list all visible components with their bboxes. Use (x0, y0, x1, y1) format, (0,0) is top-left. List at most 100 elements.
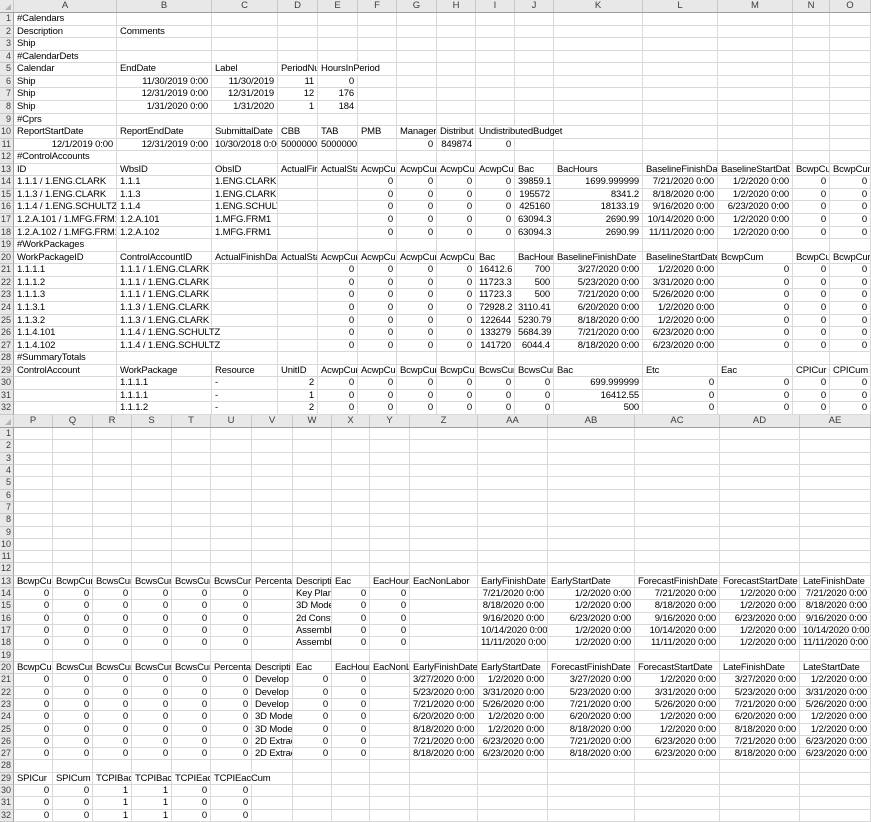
cell-S14[interactable]: 0 (132, 588, 172, 600)
cell-O16[interactable]: 0 (830, 201, 871, 214)
cell-Y16[interactable]: 0 (370, 613, 410, 625)
cell-K5[interactable] (554, 63, 643, 76)
cell-K23[interactable]: 7/21/2020 0:00 (554, 289, 643, 302)
cell-B17[interactable]: 1.2.A.101 (117, 214, 212, 227)
cell-W2[interactable] (293, 440, 332, 452)
cell-Y19[interactable] (370, 650, 410, 662)
cell-P6[interactable] (14, 490, 53, 502)
cell-A27[interactable]: 1.1.4.102 (14, 340, 117, 353)
column-header-Q[interactable]: Q (53, 415, 93, 427)
cell-F18[interactable]: 0 (358, 227, 397, 240)
cell-D23[interactable] (278, 289, 318, 302)
cell-K26[interactable]: 7/21/2020 0:00 (554, 327, 643, 340)
cell-X1[interactable] (332, 428, 370, 440)
cell-M25[interactable]: 0 (718, 315, 793, 328)
cell-AE24[interactable]: 1/2/2020 0:00 (800, 711, 871, 723)
cell-Y17[interactable]: 0 (370, 625, 410, 637)
cell-Q4[interactable] (53, 465, 93, 477)
cell-Z12[interactable] (410, 563, 478, 575)
cell-A3[interactable]: Ship (14, 38, 117, 51)
bottom-row-header-2[interactable]: 2 (0, 440, 14, 452)
top-row-header-10[interactable]: 10 (0, 126, 14, 139)
cell-W7[interactable] (293, 502, 332, 514)
cell-V12[interactable] (252, 563, 293, 575)
cell-L27[interactable]: 6/23/2020 0:00 (643, 340, 718, 353)
cell-E25[interactable]: 0 (318, 315, 358, 328)
cell-E3[interactable] (318, 38, 358, 51)
cell-I9[interactable] (476, 114, 515, 127)
cell-C19[interactable] (212, 239, 278, 252)
cell-Z22[interactable]: 5/23/2020 0:00 (410, 687, 478, 699)
cell-Y5[interactable] (370, 477, 410, 489)
cell-AE1[interactable] (800, 428, 871, 440)
cell-AC25[interactable]: 1/2/2020 0:00 (635, 724, 720, 736)
cell-L4[interactable] (643, 51, 718, 64)
cell-I14[interactable]: 0 (476, 176, 515, 189)
cell-E10[interactable]: TAB (318, 126, 358, 139)
column-header-S[interactable]: S (132, 415, 172, 427)
cell-R11[interactable] (93, 551, 132, 563)
cell-X16[interactable]: 0 (332, 613, 370, 625)
cell-AC5[interactable] (635, 477, 720, 489)
cell-K2[interactable] (554, 26, 643, 39)
cell-Y32[interactable] (370, 810, 410, 822)
cell-Q11[interactable] (53, 551, 93, 563)
cell-J25[interactable]: 5230.79 (515, 315, 554, 328)
cell-Z20[interactable]: EarlyFinishDate (410, 662, 478, 674)
cell-P32[interactable]: 0 (14, 810, 53, 822)
cell-U18[interactable]: 0 (211, 637, 252, 649)
cell-W29[interactable] (293, 773, 332, 785)
top-row-header-22[interactable]: 22 (0, 277, 14, 290)
cell-V32[interactable] (252, 810, 293, 822)
cell-V13[interactable]: Percenta (252, 576, 293, 588)
cell-AB32[interactable] (548, 810, 635, 822)
column-header-F[interactable]: F (358, 0, 397, 12)
cell-E9[interactable] (318, 114, 358, 127)
cell-AE10[interactable] (800, 539, 871, 551)
cell-X23[interactable]: 0 (332, 699, 370, 711)
cell-C26[interactable] (212, 327, 278, 340)
cell-AC1[interactable] (635, 428, 720, 440)
cell-W25[interactable]: 0 (293, 724, 332, 736)
cell-S6[interactable] (132, 490, 172, 502)
cell-G25[interactable]: 0 (397, 315, 437, 328)
cell-H16[interactable]: 0 (437, 201, 476, 214)
cell-Y10[interactable] (370, 539, 410, 551)
cell-N26[interactable]: 0 (793, 327, 830, 340)
cell-R28[interactable] (93, 760, 132, 772)
cell-P23[interactable]: 0 (14, 699, 53, 711)
top-row-header-15[interactable]: 15 (0, 189, 14, 202)
cell-S1[interactable] (132, 428, 172, 440)
cell-Y15[interactable]: 0 (370, 600, 410, 612)
cell-U3[interactable] (211, 453, 252, 465)
cell-F28[interactable] (358, 352, 397, 365)
cell-AC13[interactable]: ForecastFinishDate (635, 576, 720, 588)
cell-H8[interactable] (437, 101, 476, 114)
cell-K31[interactable]: 16412.55 (554, 390, 643, 403)
top-row-header-4[interactable]: 4 (0, 51, 14, 64)
top-row-header-2[interactable]: 2 (0, 26, 14, 39)
cell-C16[interactable]: 1.ENG.SCHULTZ (212, 201, 278, 214)
cell-R14[interactable]: 0 (93, 588, 132, 600)
column-header-Z[interactable]: Z (410, 415, 478, 427)
cell-D9[interactable] (278, 114, 318, 127)
cell-N20[interactable]: BcwpCum (793, 252, 830, 265)
cell-AE9[interactable] (800, 527, 871, 539)
cell-L5[interactable] (643, 63, 718, 76)
cell-D13[interactable]: ActualFir (278, 164, 318, 177)
cell-Z1[interactable] (410, 428, 478, 440)
cell-AD7[interactable] (720, 502, 800, 514)
cell-G26[interactable]: 0 (397, 327, 437, 340)
cell-B6[interactable]: 11/30/2019 0:00 (117, 76, 212, 89)
cell-B25[interactable]: 1.1.3 / 1.ENG.CLARK (117, 315, 212, 328)
cell-Q16[interactable]: 0 (53, 613, 93, 625)
cell-Q23[interactable]: 0 (53, 699, 93, 711)
cell-AE27[interactable]: 6/23/2020 0:00 (800, 748, 871, 760)
cell-R23[interactable]: 0 (93, 699, 132, 711)
cell-J2[interactable] (515, 26, 554, 39)
cell-T8[interactable] (172, 514, 211, 526)
cell-D26[interactable] (278, 327, 318, 340)
bottom-row-header-24[interactable]: 24 (0, 711, 14, 723)
cell-V4[interactable] (252, 465, 293, 477)
column-header-N[interactable]: N (793, 0, 830, 12)
